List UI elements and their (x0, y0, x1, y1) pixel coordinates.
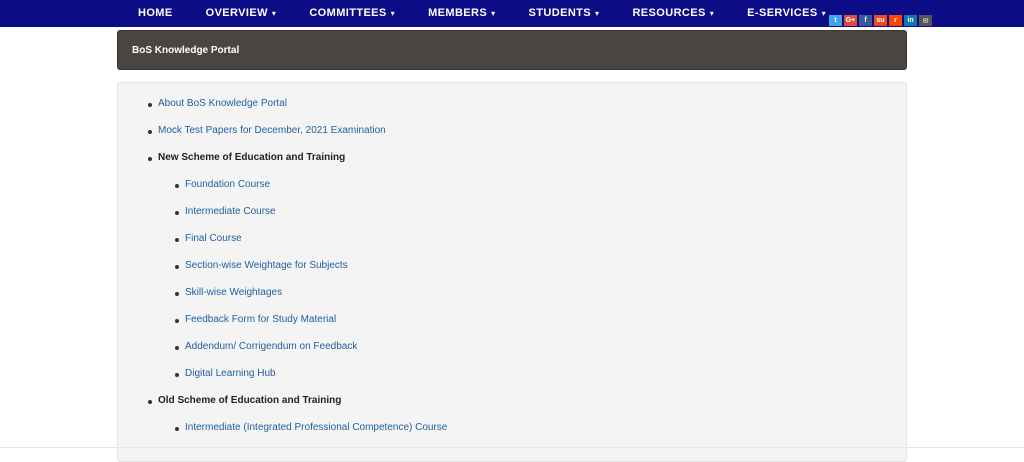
link-skill-wise-weightages[interactable]: Skill-wise Weightages (174, 287, 282, 298)
nav-item-committees[interactable]: COMMITTEES ▾ (303, 0, 401, 27)
top-navigation-bar: HOME OVERVIEW ▾ COMMITTEES ▾ MEMBERS ▾ STUD… (0, 0, 1024, 27)
caret-down-icon: ▾ (271, 9, 277, 18)
google-plus-icon[interactable]: G+ (844, 15, 857, 26)
section-heading-new-scheme: New Scheme of Education and Training (147, 152, 346, 163)
caret-down-icon: ▾ (390, 9, 396, 18)
link-about-portal[interactable]: About BoS Knowledge Portal (148, 98, 287, 109)
caret-down-icon: ▾ (491, 9, 496, 18)
main-menu: HOME OVERVIEW ▾ COMMITTEES ▾ MEMBERS ▾ STUD… (132, 0, 853, 27)
link-mock-test-papers[interactable]: Mock Test Papers for December, 2021 Exam… (148, 125, 386, 136)
facebook-icon[interactable]: f (859, 15, 872, 26)
nav-item-overview[interactable]: OVERVIEW ▾ (200, 0, 283, 27)
caret-down-icon: ▾ (821, 9, 827, 18)
email-icon[interactable]: ✉ (919, 15, 932, 26)
caret-down-icon: ▾ (709, 9, 715, 18)
nav-item-resources[interactable]: RESOURCES ▾ (626, 0, 720, 27)
caret-down-icon: ▾ (595, 9, 600, 18)
link-foundation-course[interactable]: Foundation Course (174, 179, 270, 190)
link-section-wise-weightage[interactable]: Section-wise Weightage for Subjects (175, 260, 348, 271)
linkedin-icon[interactable]: in (904, 15, 917, 26)
link-intermediate-ipc-course[interactable]: Intermediate (Integrated Professional Co… (174, 422, 447, 433)
nav-item-students[interactable]: STUDENTS ▾ (523, 0, 606, 27)
section-heading-old-scheme: Old Scheme of Education and Training (147, 395, 342, 406)
social-share-bar: t G+ f su r in ✉ (829, 15, 932, 26)
page-title: BoS Knowledge Portal (132, 45, 240, 56)
nav-item-home[interactable]: HOME (132, 0, 179, 27)
link-digital-learning-hub[interactable]: Digital Learning Hub (175, 368, 276, 379)
link-final-course[interactable]: Final Course (175, 233, 242, 244)
link-feedback-form[interactable]: Feedback Form for Study Material (174, 314, 336, 325)
page-divider (0, 447, 1024, 448)
nav-item-members[interactable]: MEMBERS ▾ (422, 0, 501, 27)
reddit-icon[interactable]: r (889, 15, 902, 26)
link-intermediate-course[interactable]: Intermediate Course (175, 206, 276, 217)
link-addendum-corrigendum[interactable]: Addendum/ Corrigendum on Feedback (174, 341, 357, 352)
stumbleupon-icon[interactable]: su (874, 15, 887, 26)
twitter-icon[interactable]: t (829, 15, 842, 26)
portal-header-panel: BoS Knowledge Portal (117, 30, 907, 70)
nav-item-e-services[interactable]: E-SERVICES ▾ (741, 0, 832, 27)
